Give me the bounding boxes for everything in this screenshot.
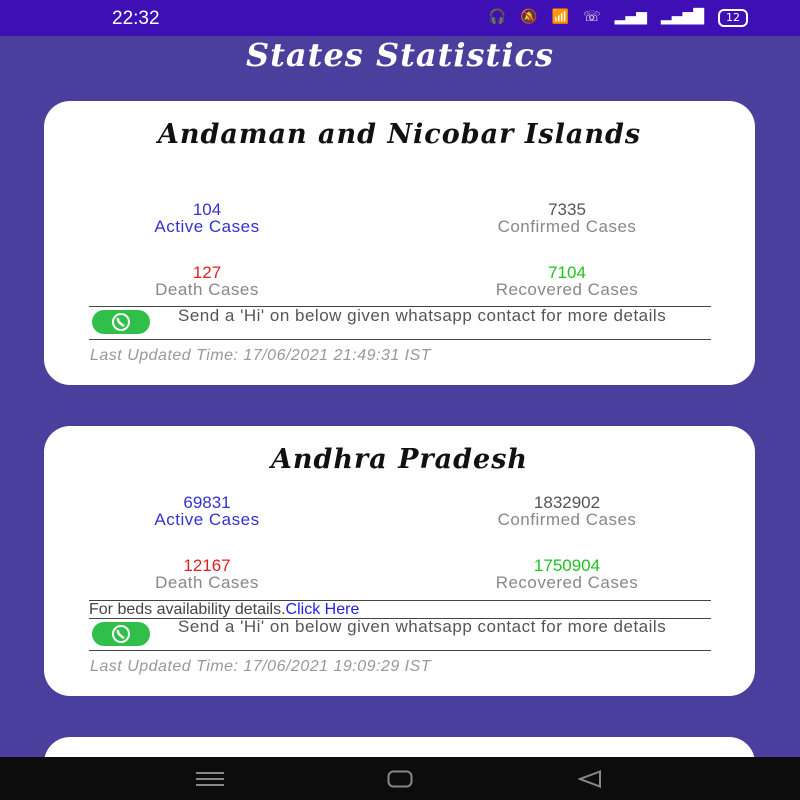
status-icons: 🎧 🔕 📶 ☏ ▂▄▆ ▂▄▆█ 12 — [489, 9, 748, 27]
confirmed-cases: 1832902 Confirmed Cases — [437, 494, 697, 528]
headphones-icon: 🎧 — [488, 9, 507, 25]
mute-icon: 🔕 — [520, 9, 538, 25]
active-cases: 69831 Active Cases — [77, 494, 337, 528]
active-label: Active Cases — [154, 217, 260, 236]
state-name: Andhra Pradesh — [270, 444, 529, 475]
recovered-label: Recovered Cases — [495, 280, 639, 299]
active-count: 104 — [192, 200, 222, 219]
active-label: Active Cases — [154, 510, 260, 529]
beds-link[interactable]: Click Here — [286, 601, 360, 618]
status-bar: 22:32 🎧 🔕 📶 ☏ ▂▄▆ ▂▄▆█ 12 — [0, 0, 800, 36]
death-label: Death Cases — [155, 573, 259, 592]
state-name: Andaman and Nicobar Islands — [157, 119, 642, 150]
death-cases: 12167 Death Cases — [77, 557, 337, 591]
wifi-icon: 📶 — [551, 9, 570, 25]
signal-icon: ▂▄▆█ — [660, 9, 704, 25]
whatsapp-icon[interactable] — [92, 622, 150, 646]
battery-icon: 12 — [718, 9, 748, 27]
home-icon[interactable] — [387, 770, 413, 788]
confirmed-count: 7335 — [548, 200, 586, 219]
recovered-cases: 7104 Recovered Cases — [437, 264, 697, 298]
last-updated: Last Updated Time: 17/06/2021 21:49:31 I… — [90, 347, 432, 364]
recovered-count: 7104 — [548, 263, 586, 282]
state-card[interactable]: Andaman and Nicobar Islands 104 Active C… — [44, 101, 755, 385]
confirmed-cases: 7335 Confirmed Cases — [437, 201, 697, 235]
menu-icon[interactable] — [196, 770, 224, 786]
death-cases: 127 Death Cases — [77, 264, 337, 298]
whatsapp-icon[interactable] — [92, 310, 150, 334]
call-icon: ☏ — [583, 9, 601, 25]
navigation-bar — [0, 757, 800, 800]
confirmed-label: Confirmed Cases — [497, 510, 637, 529]
beds-text: For beds availability details. — [89, 601, 286, 618]
active-cases: 104 Active Cases — [77, 201, 337, 235]
page-title: States Statistics — [246, 36, 554, 74]
back-icon[interactable] — [578, 770, 602, 788]
recovered-count: 1750904 — [533, 556, 601, 575]
death-count: 12167 — [183, 556, 231, 575]
whatsapp-message[interactable]: Send a 'Hi' on below given whatsapp cont… — [178, 618, 698, 635]
state-card[interactable]: Andhra Pradesh 69831 Active Cases 183290… — [44, 426, 755, 696]
death-label: Death Cases — [155, 280, 259, 299]
signal-icon: ▂▄▆ — [614, 9, 647, 25]
status-time: 22:32 — [112, 8, 160, 29]
death-count: 127 — [192, 263, 222, 282]
divider — [89, 339, 711, 340]
recovered-label: Recovered Cases — [495, 573, 639, 592]
last-updated: Last Updated Time: 17/06/2021 19:09:29 I… — [90, 658, 432, 675]
whatsapp-message[interactable]: Send a 'Hi' on below given whatsapp cont… — [178, 307, 698, 324]
confirmed-label: Confirmed Cases — [497, 217, 637, 236]
divider — [89, 600, 711, 601]
confirmed-count: 1832902 — [533, 493, 601, 512]
divider — [89, 650, 711, 651]
recovered-cases: 1750904 Recovered Cases — [437, 557, 697, 591]
active-count: 69831 — [183, 493, 231, 512]
